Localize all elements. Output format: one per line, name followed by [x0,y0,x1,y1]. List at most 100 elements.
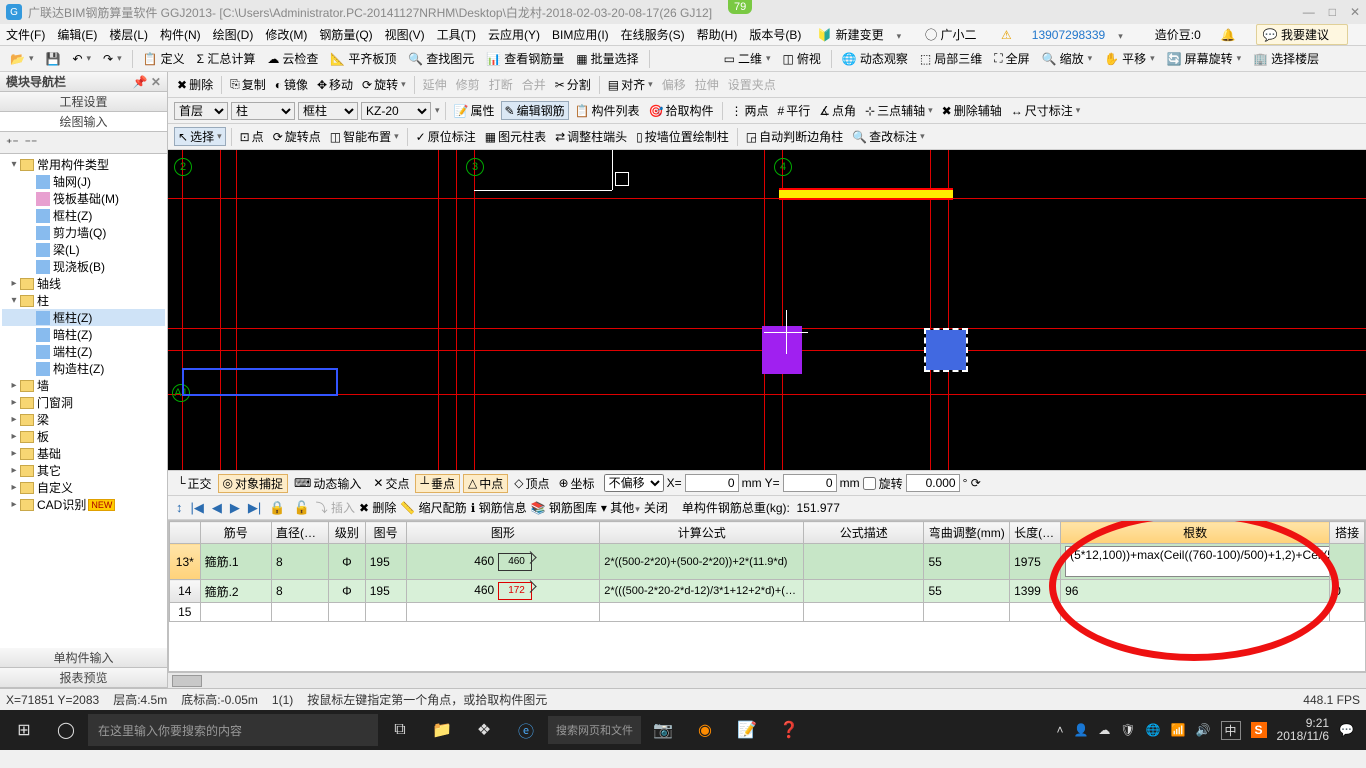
tb-delete[interactable]: ✖ 删除 [174,75,216,94]
tree-item[interactable]: 现浇板(B) [2,258,165,275]
menu-view[interactable]: 视图(V) [385,26,425,43]
system-tray[interactable]: ˄ 👤 ☁ 🛡 🌐 📶 🔊 中 S 9:212018/11/6 💬 [1056,717,1362,743]
col-header[interactable]: 计算公式 [600,522,804,544]
nav-prev[interactable]: ◀ [210,500,224,516]
snap-mid[interactable]: △ 中点 [463,474,508,493]
tree-item[interactable]: ▸其它 [2,462,165,479]
tb-redo[interactable]: ↷▾ [99,51,126,67]
menu-draw[interactable]: 绘图(D) [213,26,254,43]
tb-screenrot[interactable]: 🔄 屏幕旋转▾ [1163,49,1246,68]
tray-up-icon[interactable]: ˄ [1056,723,1063,737]
tray-vol-icon[interactable]: 🔊 [1196,723,1211,737]
tb-twopoint[interactable]: ⋮ 两点 [728,101,772,120]
tb-2d[interactable]: ▭ 二维▾ [720,49,775,68]
tb-rotate[interactable]: ⟳ 旋转▾ [359,75,409,94]
tb-findpic[interactable]: 🔍 查找图元 [404,49,478,68]
taskbar-search[interactable]: 在这里输入你要搜索的内容 [88,714,378,746]
name-select[interactable]: KZ-20 [361,102,431,120]
tree-item[interactable]: ▸自定义 [2,479,165,496]
tree-item[interactable]: ▾柱 [2,292,165,309]
floor-select[interactable]: 首层 [174,102,228,120]
tree-item[interactable]: 轴网(J) [2,173,165,190]
tb-angle[interactable]: ∡ 点角 [816,101,859,120]
tree-item[interactable]: 框柱(Z) [2,309,165,326]
tree-item[interactable]: 筏板基础(M) [2,190,165,207]
col-header[interactable]: 公式描述 [804,522,924,544]
rotate-check[interactable] [863,477,876,490]
menu-online[interactable]: 在线服务(S) [621,26,685,43]
tb-pan[interactable]: ✋ 平移▾ [1100,49,1159,68]
tray-clock[interactable]: 9:212018/11/6 [1277,717,1330,743]
menu-rebar[interactable]: 钢筋量(Q) [319,26,372,43]
tree-expand-icon[interactable]: ⁺⁻ [6,136,19,150]
snap-coord[interactable]: ⊕ 坐标 [555,474,597,493]
col-header[interactable]: 弯曲调整(mm) [924,522,1010,544]
tab-report-preview[interactable]: 报表预览 [0,668,167,688]
tb-other[interactable]: ▾ 其他▾ [601,499,640,516]
bell-icon[interactable]: 🔔 [1221,28,1236,42]
app-browser[interactable]: ◉ [685,710,725,750]
pin-icon[interactable]: 📌 ✕ [133,75,161,89]
app-ie[interactable]: ⓔ [506,710,546,750]
hscrollbar[interactable] [168,672,1366,688]
tb-flat[interactable]: 📐 平齐板顶 [326,49,400,68]
tree-collapse-icon[interactable]: ⁻⁻ [25,136,38,150]
maximize-button[interactable]: □ [1329,5,1336,19]
category-select[interactable]: 柱 [231,102,295,120]
tb-component-list[interactable]: 📋 构件列表 [572,101,643,120]
tree-item[interactable]: ▸基础 [2,445,165,462]
tb-select[interactable]: ↖ 选择▾ [174,127,226,146]
snap-cross[interactable]: ✕ 交点 [370,474,412,493]
warn-icon[interactable]: ⚠ [1001,28,1012,42]
component-tree[interactable]: ▾常用构件类型轴网(J)筏板基础(M)框柱(Z)剪力墙(Q)梁(L)现浇板(B)… [0,154,167,648]
tb-cloudcheck[interactable]: ☁ 云检查 [263,49,322,68]
col-header[interactable]: 根数 [1061,522,1330,544]
tb-local3d[interactable]: ⬚ 局部三维 [916,49,986,68]
tray-wifi-icon[interactable]: 📶 [1171,723,1186,737]
tray-notify-icon[interactable]: 💬 [1339,723,1354,737]
nav-lock[interactable]: 🔒 [267,500,287,516]
tree-item[interactable]: 剪力墙(Q) [2,224,165,241]
task-view-icon[interactable]: ⧉ [380,710,420,750]
tb-autocorner[interactable]: ◲ 自动判断边角柱 [743,127,846,146]
tb-split[interactable]: ✂ 分割 [552,75,594,94]
tb-bywall[interactable]: ▯ 按墙位置绘制柱 [633,127,732,146]
menu-component[interactable]: 构件(N) [160,26,201,43]
col-toggle[interactable]: ↕ [174,500,185,515]
nav-next[interactable]: ▶ [228,500,242,516]
menu-cloud[interactable]: 云应用(Y) [488,26,540,43]
tb-topview[interactable]: ◫ 俯视 [779,49,825,68]
tab-draw-input[interactable]: 绘图输入 [0,112,167,132]
tb-info[interactable]: ℹ 钢筋信息 [471,499,527,516]
snap-apex[interactable]: ◇ 顶点 [511,474,552,493]
tray-cloud-icon[interactable]: ☁ [1098,723,1110,737]
app-explorer[interactable]: 📁 [422,710,462,750]
tb-undo[interactable]: ↶▾ [68,51,95,67]
tb-fullscreen[interactable]: ⛶ 全屏 [990,49,1033,68]
app-note[interactable]: 📝 [727,710,767,750]
tb-pick[interactable]: 🎯 拾取构件 [646,101,717,120]
tree-item[interactable]: ▸梁 [2,411,165,428]
tb-zoom[interactable]: 🔍 缩放▾ [1038,49,1097,68]
snap-dyninput[interactable]: ⌨ 动态输入 [291,474,364,493]
tb-delete-row[interactable]: ✖ 删除 [359,499,396,516]
tree-item[interactable]: ▸CAD识别NEW [2,496,165,513]
app-generic[interactable]: ❖ [464,710,504,750]
menu-file[interactable]: 文件(F) [6,26,45,43]
col-header[interactable]: 搭接 [1330,522,1365,544]
tree-item[interactable]: 暗柱(Z) [2,326,165,343]
tb-move[interactable]: ✥ 移动 [314,75,356,94]
new-change-button[interactable]: 🔰 新建变更▾ [817,26,913,43]
tab-single-input[interactable]: 单构件输入 [0,648,167,668]
tree-item[interactable]: ▸轴线 [2,275,165,292]
tb-align[interactable]: ▤ 对齐▾ [605,75,656,94]
tb-copy[interactable]: ⎘ 复制 [227,75,269,94]
col-header[interactable]: 筋号 [200,522,271,544]
tree-item[interactable]: ▸门窗洞 [2,394,165,411]
app-camera[interactable]: 📷 [643,710,683,750]
tb-selfloor[interactable]: 🏢 选择楼层 [1249,49,1323,68]
menu-version[interactable]: 版本号(B) [749,26,801,43]
nav-first[interactable]: |◀ [189,500,206,516]
col-header[interactable]: 长度(mm) [1010,522,1061,544]
tree-item[interactable]: ▸墙 [2,377,165,394]
